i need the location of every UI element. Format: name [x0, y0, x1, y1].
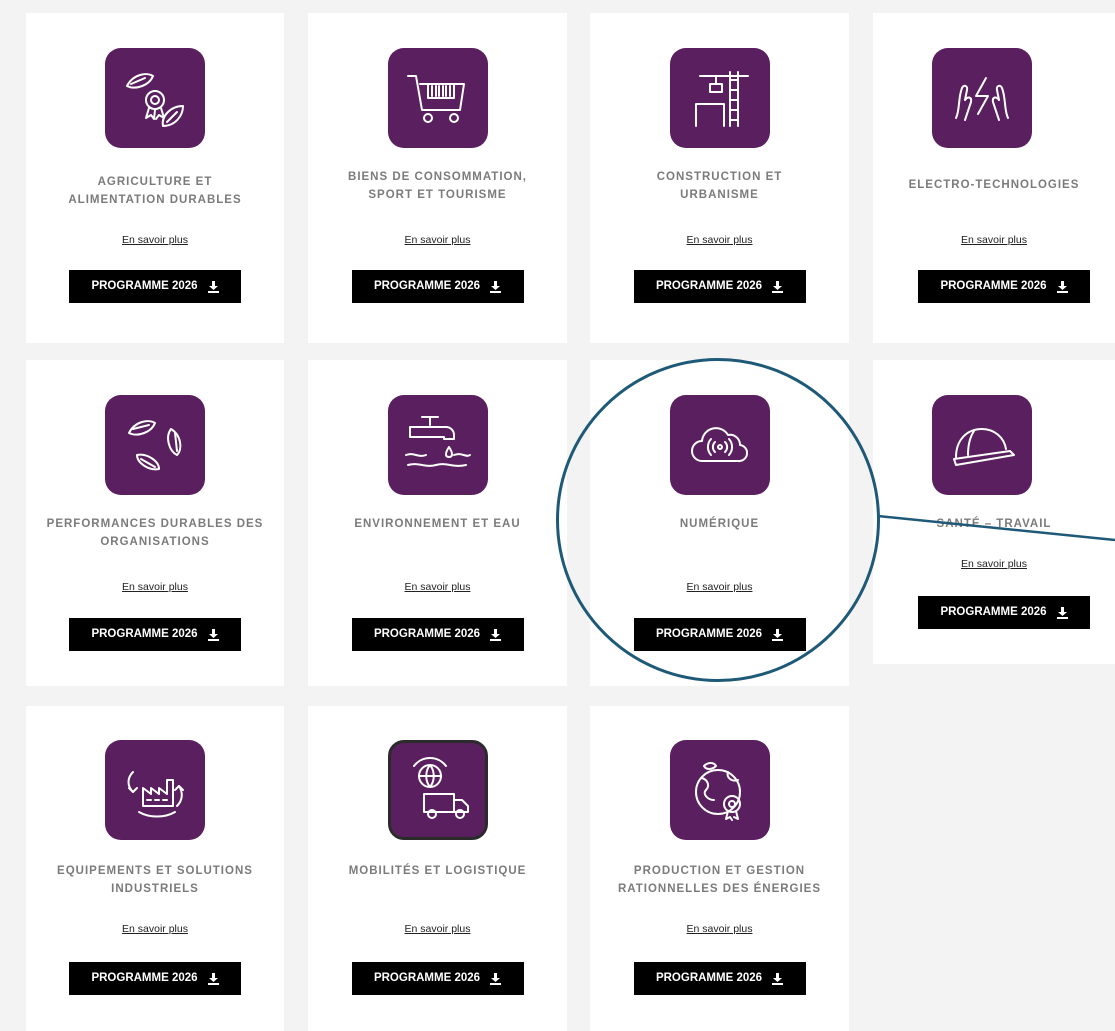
button-label: PROGRAMME 2026	[655, 628, 763, 640]
download-icon	[490, 280, 502, 293]
learn-more-link[interactable]: En savoir plus	[308, 581, 567, 593]
download-icon	[772, 628, 784, 641]
earth-award-icon[interactable]	[669, 740, 770, 840]
card-electro-technologies: ELECTRO-TECHNOLOGIES En savoir plus PROG…	[873, 13, 1115, 343]
programme-download-button[interactable]: PROGRAMME 2026	[918, 270, 1090, 303]
download-icon	[772, 972, 784, 985]
card-title: PRODUCTION ET GESTION RATIONNELLES DES É…	[617, 865, 822, 895]
card-performances-durables: PERFORMANCES DURABLES DES ORGANISATIONS …	[26, 360, 284, 686]
card-title: EQUIPEMENTS ET SOLUTIONS INDUSTRIELS	[57, 865, 253, 895]
hard-hat-icon[interactable]	[932, 395, 1032, 495]
button-label: PROGRAMME 2026	[655, 972, 763, 984]
card-title: SANTÉ – TRAVAIL	[936, 518, 1052, 530]
water-tap-icon[interactable]	[387, 395, 488, 495]
button-label: PROGRAMME 2026	[655, 280, 763, 292]
download-icon	[207, 628, 219, 641]
programme-download-button[interactable]: PROGRAMME 2026	[351, 270, 524, 303]
programme-download-button[interactable]: PROGRAMME 2026	[351, 962, 524, 995]
download-icon	[772, 280, 784, 293]
button-label: PROGRAMME 2026	[373, 280, 481, 292]
learn-more-link[interactable]: En savoir plus	[590, 581, 849, 593]
button-label: PROGRAMME 2026	[91, 280, 198, 292]
card-biens-consommation: BIENS DE CONSOMMATION, SPORT ET TOURISME…	[308, 13, 567, 343]
programme-download-button[interactable]: PROGRAMME 2026	[351, 618, 524, 651]
card-title: CONSTRUCTION ET URBANISME	[656, 171, 783, 201]
card-title: AGRICULTURE ET ALIMENTATION DURABLES	[68, 176, 242, 206]
button-label: PROGRAMME 2026	[373, 972, 481, 984]
card-title: MOBILITÉS ET LOGISTIQUE	[348, 865, 527, 877]
learn-more-link[interactable]: En savoir plus	[873, 234, 1115, 246]
card-title: NUMÉRIQUE	[679, 518, 760, 530]
download-icon	[1056, 280, 1068, 293]
download-icon	[490, 628, 502, 641]
learn-more-link[interactable]: En savoir plus	[308, 234, 567, 246]
sector-grid: AGRICULTURE ET ALIMENTATION DURABLES En …	[0, 0, 1115, 1031]
programme-download-button[interactable]: PROGRAMME 2026	[69, 618, 241, 651]
programme-download-button[interactable]: PROGRAMME 2026	[69, 270, 241, 303]
programme-download-button[interactable]: PROGRAMME 2026	[69, 962, 241, 995]
card-equipements-industriels: EQUIPEMENTS ET SOLUTIONS INDUSTRIELS En …	[26, 706, 284, 1031]
learn-more-link[interactable]: En savoir plus	[308, 923, 567, 935]
card-mobilites-logistique: MOBILITÉS ET LOGISTIQUE En savoir plus P…	[308, 706, 567, 1031]
card-title: ELECTRO-TECHNOLOGIES	[908, 179, 1080, 191]
button-label: PROGRAMME 2026	[940, 606, 1047, 618]
button-label: PROGRAMME 2026	[91, 972, 198, 984]
download-icon	[490, 972, 502, 985]
truck-globe-icon[interactable]	[387, 740, 488, 840]
cloud-signal-icon[interactable]	[669, 395, 770, 495]
programme-download-button[interactable]: PROGRAMME 2026	[633, 270, 806, 303]
learn-more-link[interactable]: En savoir plus	[26, 234, 284, 246]
hands-lightning-icon[interactable]	[932, 48, 1032, 148]
learn-more-link[interactable]: En savoir plus	[873, 558, 1115, 570]
crane-icon[interactable]	[669, 48, 770, 148]
card-title: PERFORMANCES DURABLES DES ORGANISATIONS	[46, 518, 264, 548]
download-icon	[1056, 606, 1068, 619]
button-label: PROGRAMME 2026	[940, 280, 1047, 292]
factory-icon[interactable]	[105, 740, 205, 840]
button-label: PROGRAMME 2026	[91, 628, 198, 640]
learn-more-link[interactable]: En savoir plus	[590, 923, 849, 935]
learn-more-link[interactable]: En savoir plus	[26, 923, 284, 935]
card-agriculture: AGRICULTURE ET ALIMENTATION DURABLES En …	[26, 13, 284, 343]
button-label: PROGRAMME 2026	[373, 628, 481, 640]
programme-download-button[interactable]: PROGRAMME 2026	[633, 618, 806, 651]
leaves-cycle-icon[interactable]	[105, 395, 205, 495]
learn-more-link[interactable]: En savoir plus	[26, 581, 284, 593]
card-title: BIENS DE CONSOMMATION, SPORT ET TOURISME	[348, 171, 527, 201]
leaf-award-icon[interactable]	[105, 48, 205, 148]
learn-more-link[interactable]: En savoir plus	[590, 234, 849, 246]
card-numerique: NUMÉRIQUE En savoir plus PROGRAMME 2026	[590, 360, 849, 686]
card-title: ENVIRONNEMENT ET EAU	[354, 518, 521, 530]
download-icon	[207, 972, 219, 985]
programme-download-button[interactable]: PROGRAMME 2026	[918, 596, 1090, 629]
card-production-energies: PRODUCTION ET GESTION RATIONNELLES DES É…	[590, 706, 849, 1031]
download-icon	[207, 280, 219, 293]
card-construction: CONSTRUCTION ET URBANISME En savoir plus…	[590, 13, 849, 343]
programme-download-button[interactable]: PROGRAMME 2026	[633, 962, 806, 995]
card-sante-travail: SANTÉ – TRAVAIL En savoir plus PROGRAMME…	[873, 360, 1115, 664]
shopping-cart-icon[interactable]	[387, 48, 488, 148]
card-environnement-eau: ENVIRONNEMENT ET EAU En savoir plus PROG…	[308, 360, 567, 686]
